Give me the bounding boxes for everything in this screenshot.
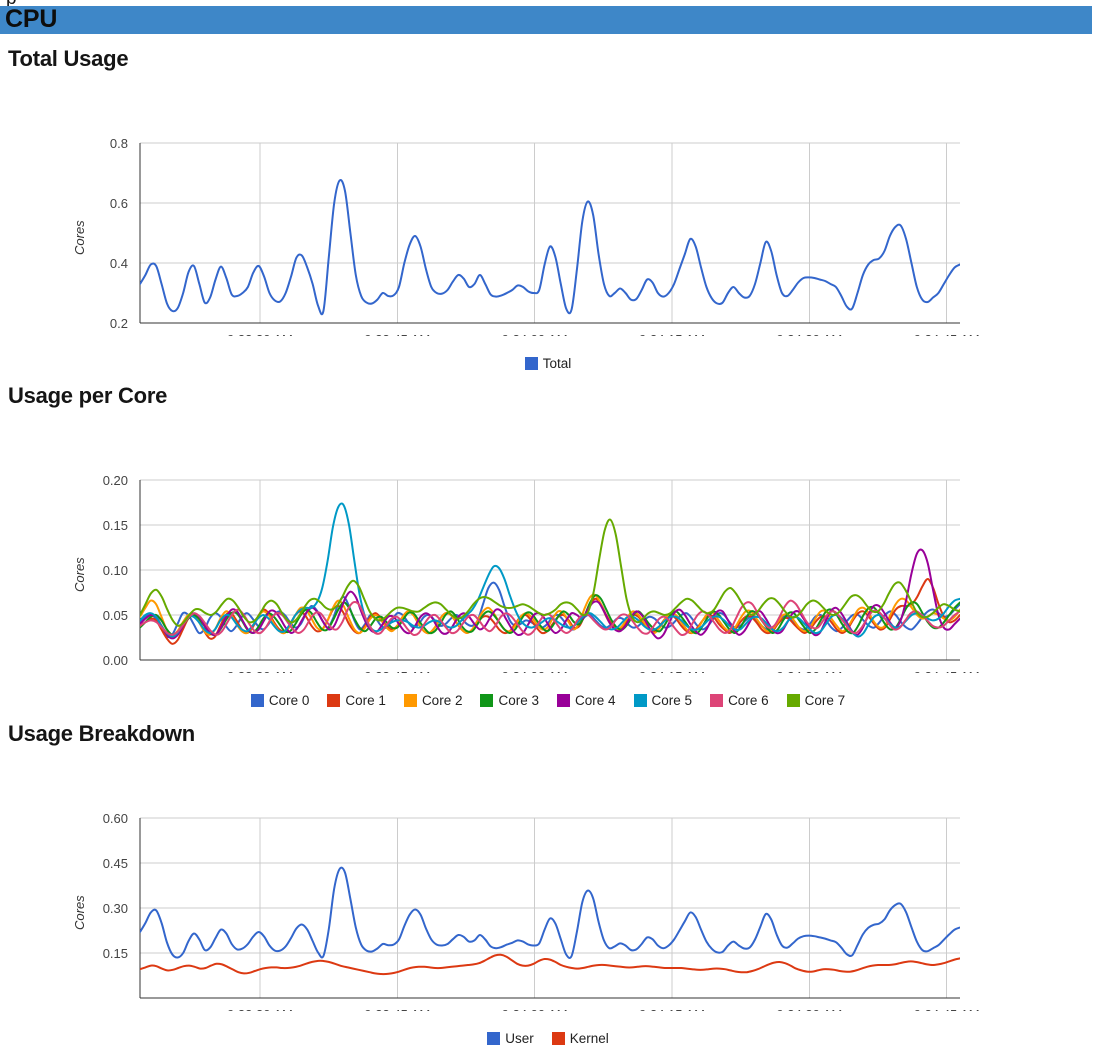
legend-item[interactable]: User [487,1031,534,1046]
y-axis-tick-label: 0.20 [103,473,128,488]
x-axis-tick-label: 9:33:45 AM [364,1007,430,1011]
y-axis-title: Cores [72,895,87,930]
y-axis-tick-label: 0.15 [103,518,128,533]
chart-usage-per-core: 0.00 0.05 0.10 0.15 0.20 9:33:30 AM 9:33:45 AM… [0,433,1096,718]
x-axis-tick-label: 9:34:30 AM [776,669,842,673]
y-axis-title: Cores [72,220,87,255]
x-axis-tick-label: 9:34:15 AM [639,332,705,336]
legend-label: Core 0 [268,693,310,708]
legend-item[interactable]: Core 4 [557,693,616,708]
legend-item[interactable]: Core 2 [403,693,463,708]
series-group [140,179,960,316]
y-axis-tick-label: 0.00 [103,653,128,668]
legend-label: Core 4 [575,693,616,708]
x-axis-tick-label: 9:34:00 AM [502,332,568,336]
series-line-kernel [140,953,960,976]
legend-item[interactable]: Core 3 [480,693,539,708]
legend-item[interactable]: Core 0 [250,693,310,708]
chart-1-legend: Total [0,356,1096,371]
heading-total-usage: Total Usage [8,46,129,71]
x-axis-tick-label: 9:34:00 AM [502,669,568,673]
plot-area-total-usage: 0.2 0.4 0.6 0.8 9:33:30 AM 9:33:45 AM 9:34:00 … [0,96,1096,371]
x-axis-tick-label: 9:34:45 AM [914,669,980,673]
x-axis-tick-label: 9:33:30 AM [227,332,293,336]
legend-swatch-icon [403,694,417,707]
legend-item[interactable]: Core 6 [710,693,769,708]
legend-swatch-icon [557,694,570,707]
y-axis-tick-label: 0.2 [110,316,128,331]
legend-swatch-icon [487,1032,501,1045]
legend-label: Core 3 [498,693,539,708]
series-line-user [140,866,960,959]
legend-swatch-icon [786,694,800,707]
legend-label: Total [542,356,572,371]
x-axis-tick-label: 9:34:30 AM [776,1007,842,1011]
legend-swatch-icon [633,694,647,707]
series-group [140,866,960,976]
legend-label: Kernel [569,1031,609,1046]
y-axis-tick-label: 0.4 [110,256,128,271]
chart-3-svg: 0.15 0.30 0.45 0.60 9:33:30 AM 9:33:45 AM 9:34… [103,811,980,1011]
y-axis-tick-label: 0.45 [103,856,128,871]
y-axis-tick-label: 0.6 [110,196,128,211]
x-axis-tick-label: 9:34:45 AM [914,1007,980,1011]
y-axis-tick-label: 0.60 [103,811,128,826]
heading-usage-breakdown: Usage Breakdown [8,721,195,746]
legend-label: Core 1 [345,693,386,708]
y-axis-tick-label: 0.10 [103,563,128,578]
legend-item[interactable]: Kernel [551,1031,609,1046]
legend-swatch-icon [327,694,341,707]
x-axis-tick-label: 9:34:45 AM [914,332,980,336]
legend-label: Core 6 [728,693,769,708]
legend-swatch-icon [524,357,538,370]
page-title: CPU [5,5,58,33]
legend-label: Core 5 [651,693,693,708]
series-line-total [140,179,960,316]
legend-swatch-icon [710,694,724,707]
legend-swatch-icon [480,694,494,707]
legend-label: Core 2 [421,693,463,708]
legend-swatch-icon [250,694,264,707]
legend-item[interactable]: Core 7 [786,693,846,708]
chart-1-svg: 0.2 0.4 0.6 0.8 9:33:30 AM 9:33:45 AM 9:34:00 … [110,136,980,336]
y-axis-tick-label: 0.30 [103,901,128,916]
legend-label: Core 7 [804,693,846,708]
x-axis-tick-label: 9:33:30 AM [227,669,293,673]
cpu-metrics-page: p CPU Total Usage Usage per Core Usage B… [0,0,1096,1056]
chart-2-legend: Core 0 Core 1 Core 2 Core 3 Core 4 Core 5 Core… [0,693,1096,708]
cpu-section-header: CPU [0,5,1092,34]
y-axis-tick-label: 0.15 [103,946,128,961]
x-axis-tick-label: 9:33:45 AM [364,332,430,336]
legend-label: User [505,1031,534,1046]
chart-3-legend: User Kernel [0,1031,1096,1046]
y-axis-title: Cores [72,557,87,592]
x-axis-tick-label: 9:33:30 AM [227,1007,293,1011]
legend-item[interactable]: Total [524,356,572,371]
x-axis-tick-label: 9:33:45 AM [364,669,430,673]
plot-area-usage-breakdown: 0.15 0.30 0.45 0.60 9:33:30 AM 9:33:45 AM 9:34… [0,771,1096,1046]
y-axis-tick-label: 0.8 [110,136,128,151]
x-axis-tick-label: 9:34:15 AM [639,669,705,673]
series-line-core-7 [140,518,960,627]
legend-swatch-icon [551,1032,565,1045]
x-axis-tick-label: 9:34:15 AM [639,1007,705,1011]
plot-area-usage-per-core: 0.00 0.05 0.10 0.15 0.20 9:33:30 AM 9:33:45 AM… [0,433,1096,708]
chart-2-svg: 0.00 0.05 0.10 0.15 0.20 9:33:30 AM 9:33:45 AM… [103,473,980,673]
chart-usage-breakdown: 0.15 0.30 0.45 0.60 9:33:30 AM 9:33:45 AM 9:34… [0,771,1096,1056]
chart-total-usage: 0.2 0.4 0.6 0.8 9:33:30 AM 9:33:45 AM 9:34:00 … [0,96,1096,381]
legend-item[interactable]: Core 1 [327,693,386,708]
heading-usage-per-core: Usage per Core [8,383,168,408]
y-axis-tick-label: 0.05 [103,608,128,623]
x-axis-tick-label: 9:34:30 AM [776,332,842,336]
legend-item[interactable]: Core 5 [633,693,693,708]
x-axis-tick-label: 9:34:00 AM [502,1007,568,1011]
